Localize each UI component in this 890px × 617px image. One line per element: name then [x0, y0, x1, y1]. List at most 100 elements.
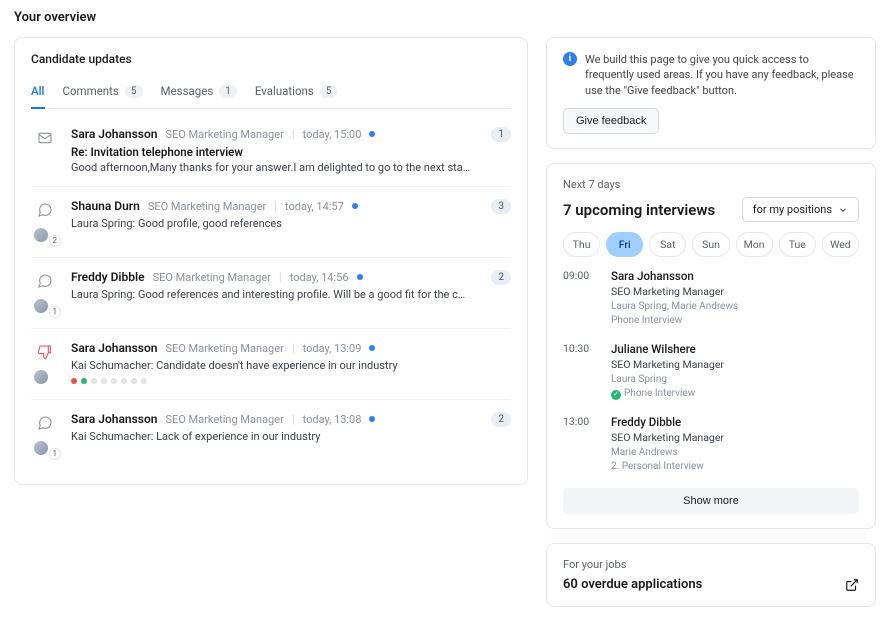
interview-time: 13:00: [563, 415, 599, 474]
interview-type: ✓Phone Interview: [611, 387, 859, 401]
interview-job: SEO Marketing Manager: [611, 358, 859, 371]
rating-dot-icon: [111, 378, 117, 384]
tab-evaluations[interactable]: Evaluations 5: [255, 78, 338, 108]
update-list: Sara Johansson SEO Marketing Manager | t…: [31, 115, 511, 470]
count-badge: 1: [491, 127, 511, 142]
message-snippet: Good afternoon,Many thanks for your answ…: [71, 161, 471, 174]
job-title: SEO Marketing Manager: [153, 271, 271, 284]
interviews-card: Next 7 days 7 upcoming interviews for my…: [546, 163, 876, 529]
day-pill-thu[interactable]: Thu: [563, 232, 600, 257]
message-snippet: Kai Schumacher: Candidate doesn't have e…: [71, 359, 511, 372]
message-snippet: Kai Schumacher: Lack of experience in ou…: [71, 430, 471, 443]
chat-icon: [34, 412, 56, 434]
external-link-icon: [845, 578, 859, 592]
timestamp: today, 13:08: [303, 413, 362, 426]
unread-dot-icon: [369, 131, 375, 137]
interview-row[interactable]: 10:30 Juliane Wilshere SEO Marketing Man…: [563, 342, 859, 401]
interviews-filter-button[interactable]: for my positions: [742, 197, 859, 222]
count-badge: 2: [491, 412, 511, 427]
interviews-title: 7 upcoming interviews: [563, 201, 715, 219]
tab-label: All: [31, 84, 45, 98]
interview-attendees: Laura Spring: [611, 373, 859, 387]
day-pill-wed[interactable]: Wed: [822, 232, 859, 257]
interview-list: 09:00 Sara Johansson SEO Marketing Manag…: [563, 269, 859, 474]
candidate-updates-card: Candidate updates All Comments 5 Message…: [14, 37, 528, 485]
rating-dot-icon: [91, 378, 97, 384]
avatar-stack: 1: [33, 440, 57, 458]
candidate-name: Sara Johansson: [71, 341, 157, 355]
update-item[interactable]: 1 Freddy Dibble SEO Marketing Manager | …: [31, 257, 511, 328]
message-subject: Re: Invitation telephone interview: [71, 145, 471, 159]
interview-time: 10:30: [563, 342, 599, 401]
day-pill-sun[interactable]: Sun: [692, 232, 729, 257]
interview-type: Phone Interview: [611, 314, 859, 328]
unread-dot-icon: [352, 203, 358, 209]
chevron-down-icon: [838, 205, 848, 215]
count-badge: 2: [491, 270, 511, 285]
avatar-count: 1: [49, 306, 62, 318]
chat-icon: [34, 270, 56, 292]
timestamp: today, 14:57: [285, 200, 344, 213]
candidate-updates-title: Candidate updates: [31, 52, 511, 66]
timestamp: today, 15:00: [303, 128, 362, 141]
avatar: [33, 227, 49, 243]
avatar: [33, 298, 49, 314]
update-item[interactable]: 1 Sara Johansson SEO Marketing Manager |…: [31, 399, 511, 470]
interview-candidate: Sara Johansson: [611, 269, 859, 283]
tab-count: 5: [320, 85, 338, 98]
divider: |: [274, 199, 277, 213]
avatar-count: 1: [49, 448, 62, 460]
day-pill-tue[interactable]: Tue: [779, 232, 816, 257]
overdue-label: For your jobs: [563, 558, 859, 571]
count-badge: 3: [491, 199, 511, 214]
days-row: Thu Fri Sat Sun Mon Tue Wed: [563, 232, 859, 257]
day-pill-mon[interactable]: Mon: [736, 232, 773, 257]
avatar-stack: 1: [33, 298, 57, 316]
update-item[interactable]: Sara Johansson SEO Marketing Manager | t…: [31, 115, 511, 186]
interview-row[interactable]: 09:00 Sara Johansson SEO Marketing Manag…: [563, 269, 859, 328]
tab-all[interactable]: All: [31, 78, 45, 108]
give-feedback-button[interactable]: Give feedback: [563, 108, 659, 134]
update-item[interactable]: 2 Shauna Durn SEO Marketing Manager | to…: [31, 186, 511, 257]
interview-attendees: Laura Spring, Marie Andrews: [611, 300, 859, 314]
interview-candidate: Juliane Wilshere: [611, 342, 859, 356]
thumbs-down-icon: [34, 341, 56, 363]
unread-dot-icon: [369, 416, 375, 422]
overdue-card[interactable]: For your jobs 60 overdue applications: [546, 543, 876, 607]
candidate-name: Freddy Dibble: [71, 270, 145, 284]
day-pill-sat[interactable]: Sat: [649, 232, 686, 257]
avatar-count: 2: [49, 235, 62, 247]
feedback-text: We build this page to give you quick acc…: [585, 52, 859, 98]
update-item[interactable]: Sara Johansson SEO Marketing Manager | t…: [31, 328, 511, 399]
message-snippet: Laura Spring: Good references and intere…: [71, 288, 471, 301]
info-icon: i: [563, 52, 577, 66]
day-pill-fri[interactable]: Fri: [606, 232, 643, 257]
rating-dot-icon: [141, 378, 147, 384]
overdue-title: 60 overdue applications: [563, 577, 702, 592]
job-title: SEO Marketing Manager: [165, 413, 283, 426]
filter-label: for my positions: [753, 203, 832, 216]
tab-comments[interactable]: Comments 5: [63, 78, 143, 108]
rating-dot-icon: [71, 378, 77, 384]
rating-dot-icon: [131, 378, 137, 384]
interview-attendees: Marie Andrews: [611, 446, 859, 460]
unread-dot-icon: [357, 274, 363, 280]
tab-messages[interactable]: Messages 1: [161, 78, 237, 108]
tab-label: Evaluations: [255, 84, 314, 98]
tab-label: Comments: [63, 84, 119, 98]
unread-dot-icon: [369, 345, 375, 351]
tab-count: 1: [219, 85, 237, 98]
interview-time: 09:00: [563, 269, 599, 328]
candidate-updates-tabs: All Comments 5 Messages 1 Evaluations 5: [31, 78, 511, 109]
show-more-button[interactable]: Show more: [563, 488, 859, 514]
divider: |: [292, 412, 295, 426]
interviews-range-label: Next 7 days: [563, 178, 859, 191]
timestamp: today, 13:09: [303, 342, 362, 355]
page-title: Your overview: [14, 10, 876, 25]
interview-job: SEO Marketing Manager: [611, 431, 859, 444]
candidate-name: Sara Johansson: [71, 412, 157, 426]
rating-dot-icon: [121, 378, 127, 384]
job-title: SEO Marketing Manager: [165, 342, 283, 355]
check-icon: ✓: [611, 390, 621, 400]
interview-row[interactable]: 13:00 Freddy Dibble SEO Marketing Manage…: [563, 415, 859, 474]
